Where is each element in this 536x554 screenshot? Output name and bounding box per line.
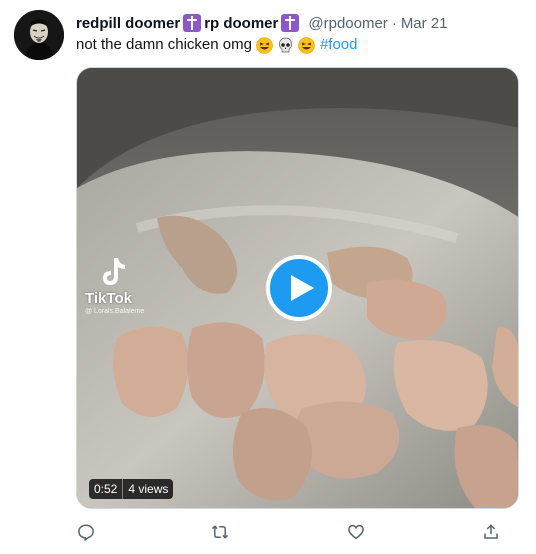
video-duration: 0:52 (89, 479, 124, 499)
video-info-badges: 0:52 4 views (89, 479, 174, 499)
reply-icon (78, 524, 94, 541)
share-icon (484, 524, 498, 539)
grinning-squint-emoji (298, 36, 315, 54)
hashtag-link[interactable]: #food (320, 35, 358, 55)
masked-face-avatar-image (14, 10, 64, 60)
retweet-button[interactable] (208, 520, 232, 544)
skull-emoji (277, 37, 294, 54)
avatar[interactable] (14, 10, 64, 60)
separator-dot: · (391, 14, 397, 32)
display-name-1[interactable]: redpill doomer (76, 15, 180, 32)
tweet: redpill doomer rp doomer @rpdoomer · Mar… (0, 0, 536, 554)
video-views: 4 views (123, 479, 174, 499)
play-button[interactable] (266, 255, 332, 321)
tweet-actions (0, 520, 536, 546)
like-icon (348, 524, 364, 540)
tiktok-logo-icon (103, 258, 125, 285)
tiktok-watermark: TikTok @ Lorals.Balaleme (85, 256, 175, 315)
display-name-2[interactable]: rp doomer (204, 15, 278, 32)
tweet-body: not the damn chicken omg (76, 36, 252, 53)
share-button[interactable] (479, 520, 503, 544)
reply-button[interactable] (74, 520, 98, 544)
like-button[interactable] (344, 520, 368, 544)
orthodox-cross-icon (183, 14, 202, 32)
orthodox-cross-icon (281, 14, 300, 32)
tweet-date[interactable]: Mar 21 (401, 15, 448, 32)
tiktok-label: TikTok (85, 290, 132, 307)
video-player[interactable]: TikTok @ Lorals.Balaleme 0:52 4 views (76, 67, 519, 509)
play-icon (290, 275, 314, 301)
user-handle[interactable]: @rpdoomer (308, 15, 387, 32)
tweet-header: redpill doomer rp doomer @rpdoomer · Mar… (76, 12, 526, 34)
retweet-icon (211, 525, 229, 539)
tiktok-username: @ Lorals.Balaleme (85, 308, 145, 315)
tweet-text: not the damn chicken omg #food (76, 35, 526, 55)
grinning-squint-emoji (256, 36, 273, 54)
